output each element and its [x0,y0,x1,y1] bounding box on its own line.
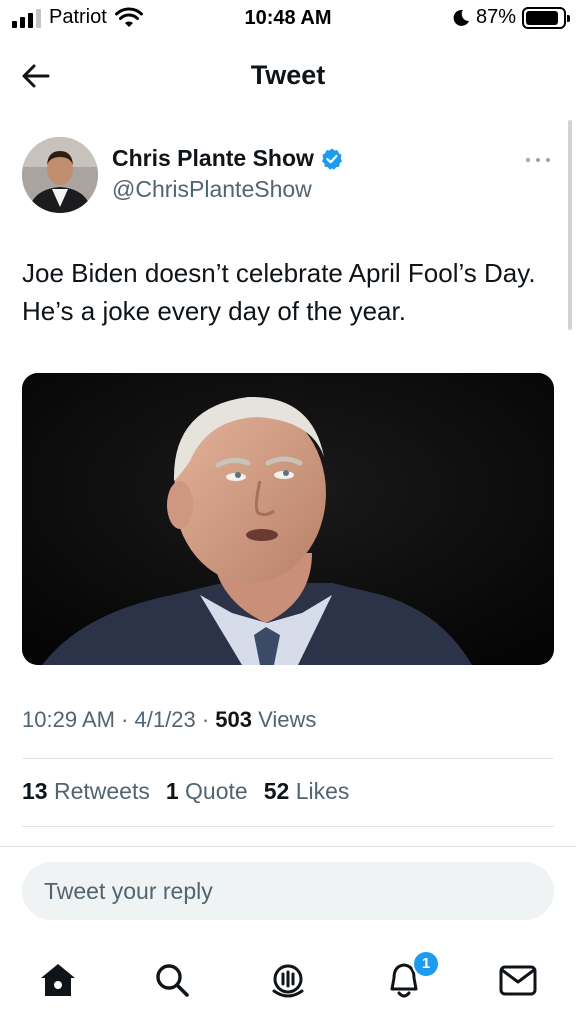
likes-stat[interactable]: 52 Likes [264,778,350,805]
header: Tweet [0,48,576,104]
retweets-stat[interactable]: 13 Retweets [22,778,150,805]
tweet-text: Joe Biden doesn’t celebrate April Fool’s… [22,258,536,326]
tweet-meta: 10:29 AM · 4/1/23 · 503 Views [22,707,317,732]
scrollbar[interactable] [568,120,572,330]
home-icon[interactable] [36,958,80,1002]
retweets-label: Retweets [53,778,150,804]
avatar[interactable] [22,137,98,213]
verified-badge-icon [321,148,342,170]
search-icon[interactable] [150,958,194,1002]
quotes-stat[interactable]: 1 Quote [166,778,248,805]
page-title: Tweet [250,60,326,90]
bottom-nav [0,950,576,1014]
views-label: Views [258,707,317,732]
likes-label: Likes [295,778,350,804]
divider [0,846,576,847]
avatar-image [22,137,98,213]
battery-percentage: 87% [475,6,516,28]
battery-icon [522,6,570,29]
views-count: 503 [215,707,252,732]
quotes-label: Quote [185,778,248,804]
spaces-icon[interactable] [266,958,310,1002]
author-name[interactable]: Chris Plante Show [112,145,314,172]
author-name-row[interactable]: Chris Plante Show [112,145,344,172]
more-options-icon[interactable] [524,150,552,170]
messages-icon[interactable] [496,958,540,1002]
tweet-time: 10:29 AM [22,707,115,732]
reply-input[interactable]: Tweet your reply [22,862,554,920]
divider [22,758,554,759]
likes-count: 52 [263,778,290,804]
tweet-image[interactable] [22,373,554,665]
divider [22,826,554,827]
status-bar: Patriot 10:48 AM 87% [0,0,576,40]
tweet-date: 4/1/23 [134,707,196,732]
author-handle[interactable]: @ChrisPlanteShow [112,176,312,203]
status-right: 87% [452,6,570,29]
retweets-count: 13 [22,778,48,804]
tweet-photo [22,373,554,665]
tweet-stats: 13 Retweets 1 Quote 52 Likes [22,778,349,805]
reply-placeholder: Tweet your reply [44,878,213,904]
quotes-count: 1 [165,778,179,804]
notifications-badge: 1 [412,950,440,978]
moon-icon [453,9,469,26]
